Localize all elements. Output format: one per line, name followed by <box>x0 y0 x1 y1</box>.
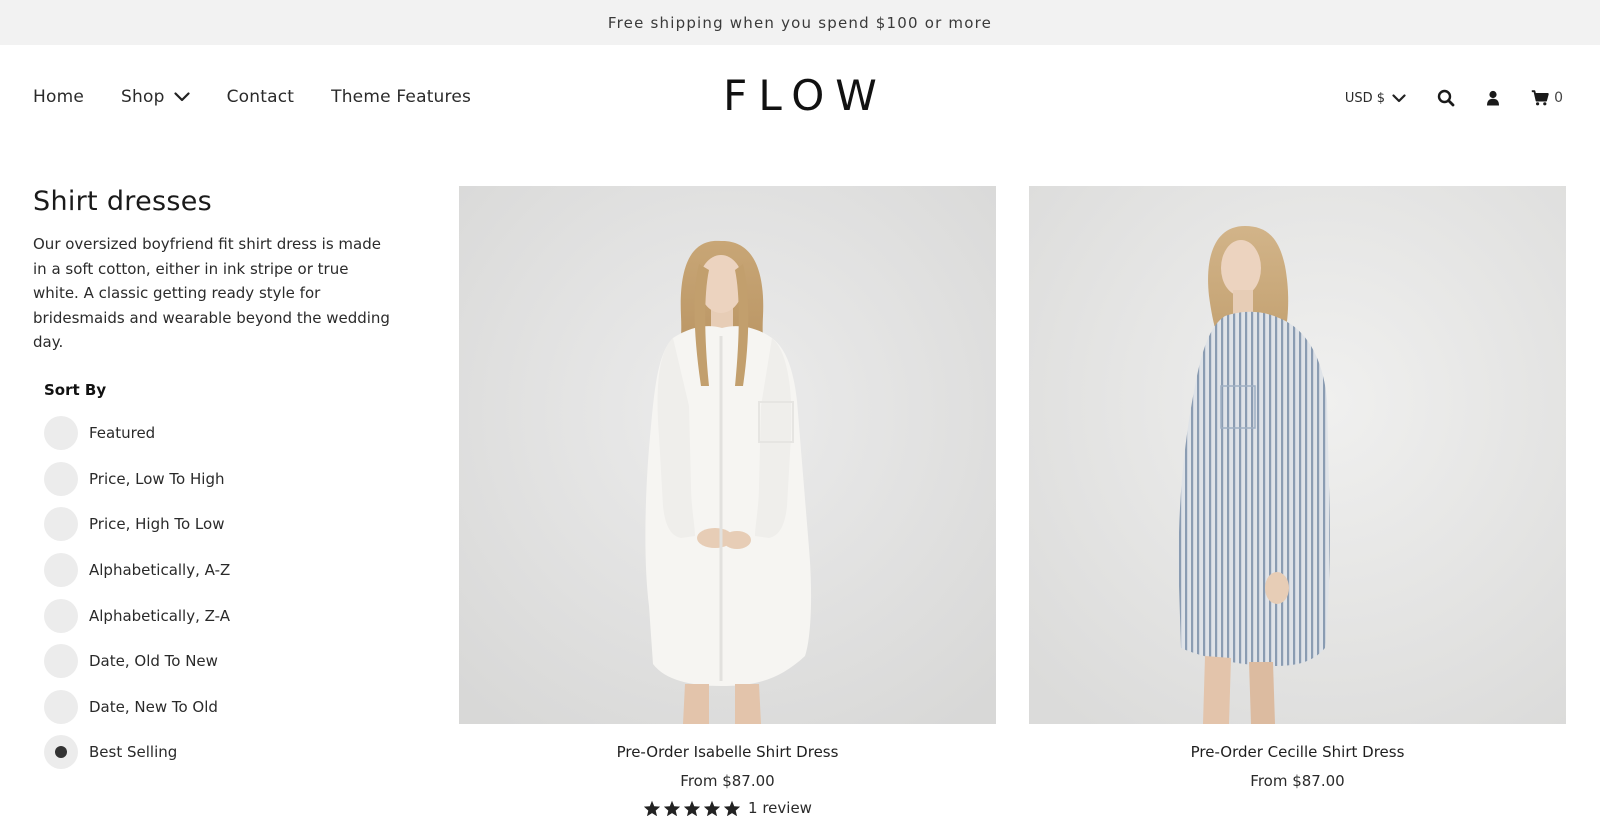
star-icon <box>683 800 701 816</box>
currency-selector[interactable]: USD $ <box>1345 91 1406 106</box>
sort-option-label: Price, Low To High <box>89 469 225 488</box>
logo-text: FLOW <box>723 71 888 120</box>
product-price: From $87.00 <box>1250 772 1345 790</box>
sort-option-alpha-z-a[interactable]: Alphabetically, Z-A <box>44 593 413 639</box>
review-count[interactable]: 1 review <box>748 799 812 816</box>
currency-label: USD $ <box>1344 90 1386 106</box>
cart-icon <box>1531 90 1549 106</box>
sort-option-label: Featured <box>89 424 156 443</box>
rating-stars <box>643 800 743 816</box>
announcement-bar: Free shipping when you spend $100 or mor… <box>0 0 1600 45</box>
product-image[interactable] <box>459 186 996 724</box>
sort-option-label: Alphabetically, Z-A <box>89 606 230 625</box>
sort-option-label: Best Selling <box>89 743 178 762</box>
sort-radio[interactable] <box>44 598 78 633</box>
sort-option-price-high-low[interactable]: Price, High To Low <box>44 502 413 548</box>
sort-option-date-new-old[interactable]: Date, New To Old <box>44 684 413 730</box>
star-icon <box>663 800 681 816</box>
sort-option-price-low-high[interactable]: Price, Low To High <box>44 456 413 502</box>
collection-description: Our oversized boyfriend fit shirt dress … <box>33 235 390 351</box>
product-title[interactable]: Pre-Order Cecille Shirt Dress <box>1029 743 1566 761</box>
sort-options: Featured Price, Low To High Price, High … <box>44 411 413 776</box>
search-icon[interactable] <box>1437 89 1455 107</box>
sort-radio[interactable] <box>44 461 78 496</box>
collection-sidebar: Shirt dresses Our oversized boyfriend fi… <box>33 186 413 775</box>
sort-option-label: Price, High To Low <box>89 515 225 534</box>
product-card: Pre-Order Isabelle Shirt Dress From $87.… <box>459 186 996 816</box>
star-icon <box>703 800 721 816</box>
sort-radio[interactable] <box>44 507 78 542</box>
page-title: Shirt dresses <box>33 186 212 217</box>
product-card: Pre-Order Cecille Shirt Dress From $87.0… <box>1029 186 1566 790</box>
sort-option-best-selling[interactable]: Best Selling <box>44 730 413 776</box>
sort-radio[interactable] <box>44 644 78 679</box>
chevron-down-icon <box>1392 93 1406 103</box>
sort-heading: Sort By <box>44 380 107 399</box>
sort-option-featured[interactable]: Featured <box>44 411 413 457</box>
sort-radio[interactable] <box>44 689 78 724</box>
product-rating: 1 review <box>459 799 996 816</box>
sort-radio[interactable] <box>44 416 78 451</box>
account-icon[interactable] <box>1486 90 1500 106</box>
cart-count: 0 <box>1554 90 1563 106</box>
sort-option-label: Date, New To Old <box>89 697 218 716</box>
product-price: From $87.00 <box>680 772 775 790</box>
star-icon <box>723 800 741 816</box>
announcement-text: Free shipping when you spend $100 or mor… <box>607 13 993 32</box>
product-image[interactable] <box>1029 186 1566 724</box>
sort-option-label: Alphabetically, A-Z <box>89 561 231 580</box>
site-header: Home Shop Contact Theme Features FLOW US… <box>0 45 1600 155</box>
star-icon <box>643 800 661 816</box>
header-tools: USD $ 0 <box>1345 89 1563 107</box>
sort-option-label: Date, Old To New <box>89 652 218 671</box>
product-title[interactable]: Pre-Order Isabelle Shirt Dress <box>459 743 996 761</box>
sort-radio[interactable] <box>44 553 78 588</box>
sort-option-alpha-a-z[interactable]: Alphabetically, A-Z <box>44 547 413 593</box>
sort-radio-selected[interactable] <box>44 735 78 770</box>
sort-option-date-old-new[interactable]: Date, Old To New <box>44 638 413 684</box>
cart-button[interactable]: 0 <box>1531 90 1563 106</box>
